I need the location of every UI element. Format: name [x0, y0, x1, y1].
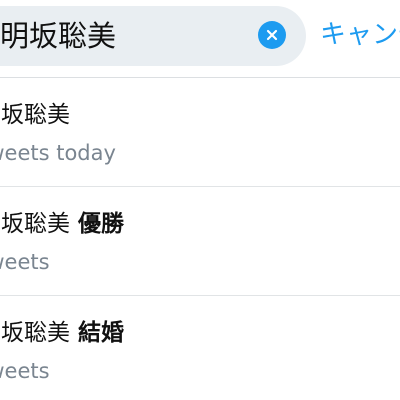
search-screen: 明坂聡美 キャンセル 明坂聡美 Tweets today 明坂聡美優勝 Twee… — [0, 0, 400, 400]
search-query-text: 明坂聡美 — [0, 19, 117, 53]
suggestion-item[interactable]: 明坂聡美優勝 Tweets — [0, 187, 400, 295]
suggestion-keyword: 優勝 — [78, 211, 124, 237]
close-icon — [266, 29, 278, 41]
suggestion-subtitle: Tweets — [0, 359, 50, 383]
suggestion-keyword: 結婚 — [78, 320, 124, 346]
suggestion-item[interactable]: 明坂聡美結婚 Tweets — [0, 296, 400, 400]
suggestion-subtitle: Tweets — [0, 250, 50, 274]
search-bar: 明坂聡美 キャンセル — [0, 0, 400, 76]
cancel-button[interactable]: キャンセル — [320, 16, 400, 54]
suggestion-title: 明坂聡美 — [0, 211, 70, 237]
suggestion-title: 明坂聡美 — [0, 320, 70, 346]
suggestion-item[interactable]: 明坂聡美 Tweets today — [0, 78, 400, 186]
suggestion-title: 明坂聡美 — [0, 102, 70, 128]
suggestion-subtitle: Tweets today — [0, 141, 116, 165]
clear-search-button[interactable] — [258, 21, 286, 49]
